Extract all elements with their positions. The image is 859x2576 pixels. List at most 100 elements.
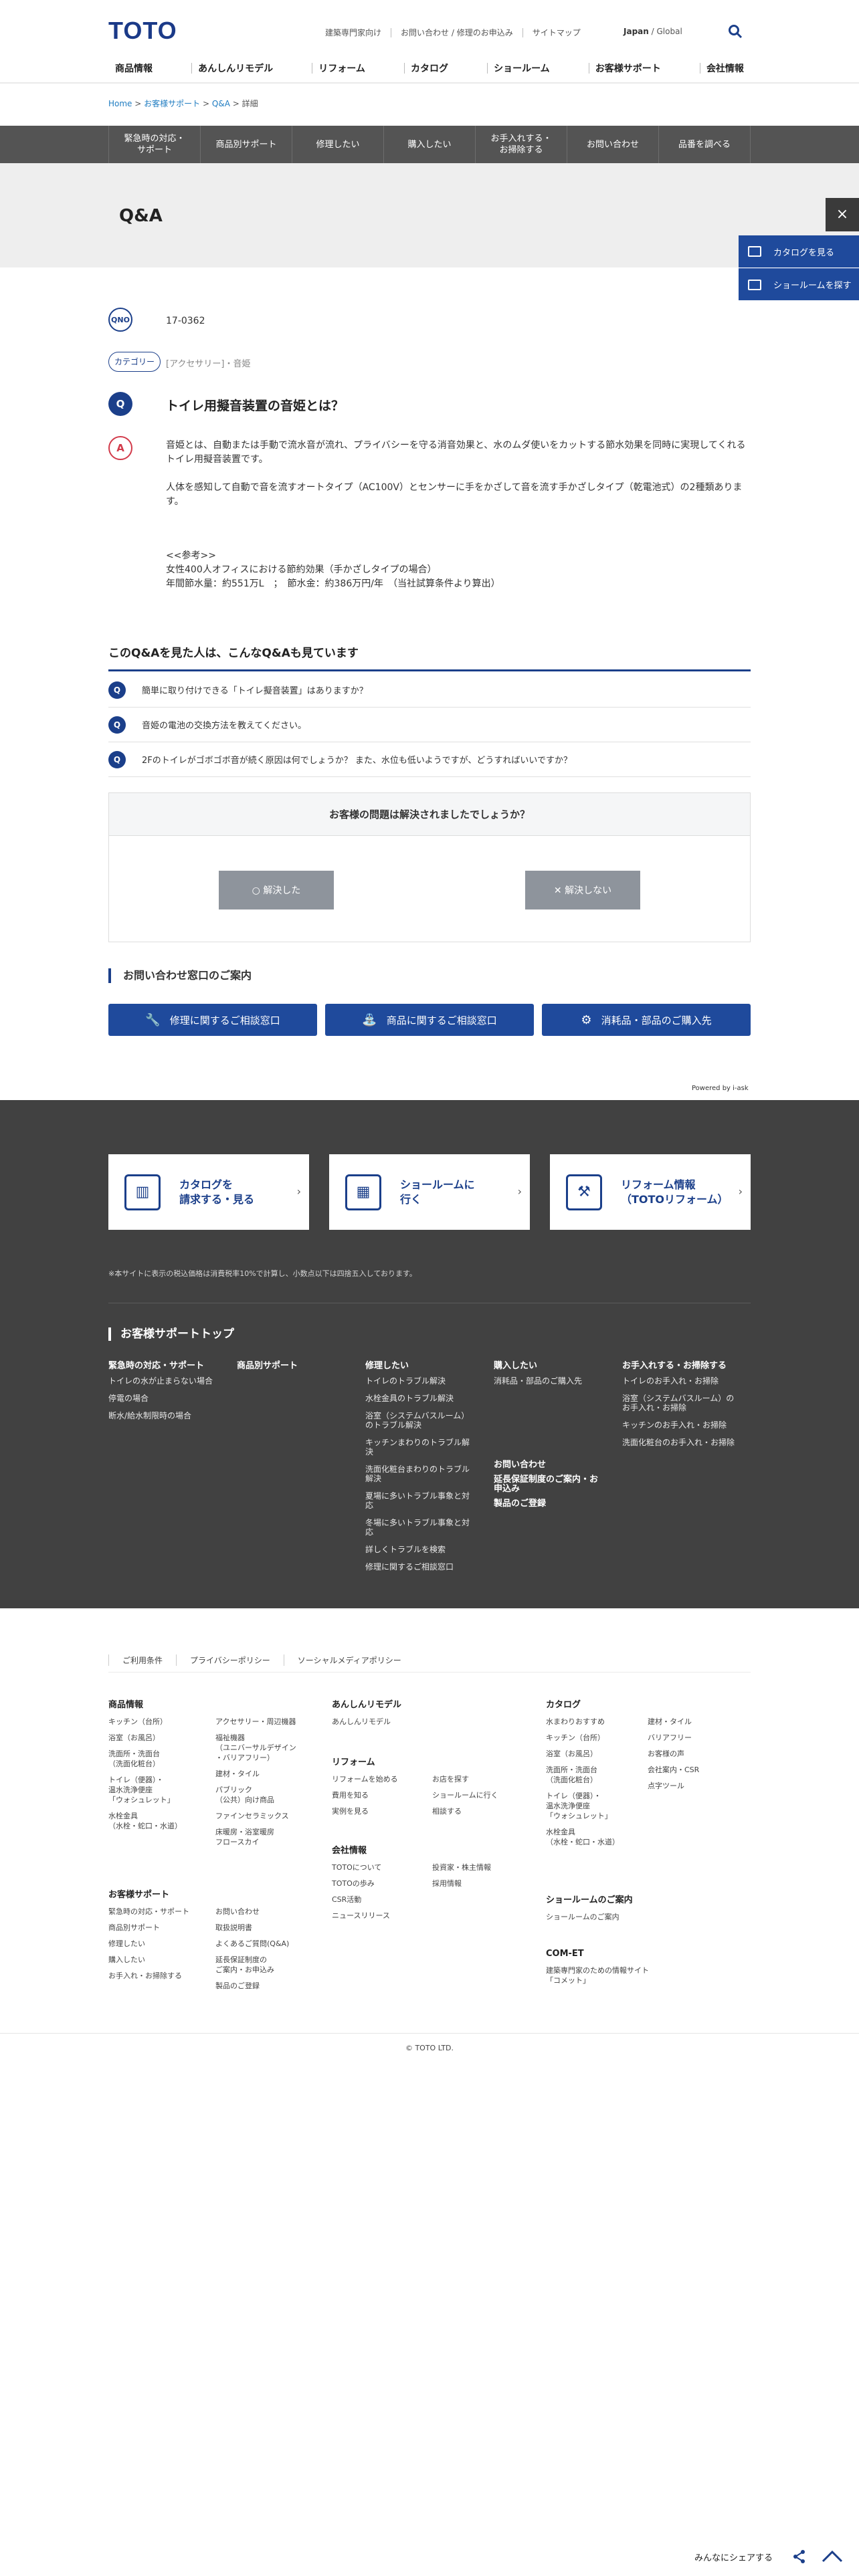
link-terms[interactable]: ご利用条件 xyxy=(108,1654,176,1666)
language-switch: Japan / Global xyxy=(624,27,682,36)
cat-purchase[interactable]: 購入したい xyxy=(383,126,475,163)
parts-purchase-button[interactable]: ⚙ 消耗品・部品のご購入先 xyxy=(542,1004,751,1036)
copyright: © TOTO LTD. xyxy=(405,2044,454,2052)
breadcrumb: Home > お客様サポート > Q&A > 詳細 xyxy=(108,99,258,108)
cat-care[interactable]: お手入れする・ お掃除する xyxy=(475,126,567,163)
link-professionals[interactable]: 建築専門家向け xyxy=(325,27,381,38)
nav-catalog[interactable]: カタログ xyxy=(403,62,455,75)
side-catalog-button[interactable]: カタログを見る xyxy=(739,235,859,267)
lang-japan[interactable]: Japan xyxy=(624,27,649,36)
sitemap-company: 会社情報 TOTOについて TOTOの歩み CSR活動 ニュースリリース 投資家… xyxy=(332,1846,491,1920)
question-icon: Q xyxy=(108,681,126,699)
copyright-divider xyxy=(0,2033,859,2034)
sitemap-remodel: あんしんリモデル あんしんリモデル xyxy=(332,1700,402,1726)
cat-contact[interactable]: お問い合わせ xyxy=(567,126,658,163)
cat-part-number[interactable]: 品番を調べる xyxy=(658,126,751,163)
utility-links: 建築専門家向け お問い合わせ / 修理のお申込み サイトマップ xyxy=(325,27,581,38)
side-panel-close-button[interactable]: × xyxy=(826,198,859,231)
catalog-icon: ▥ xyxy=(124,1174,161,1210)
cat-by-product[interactable]: 商品別サポート xyxy=(200,126,292,163)
link-sitemap[interactable]: サイトマップ xyxy=(533,27,581,38)
header-divider xyxy=(0,82,859,84)
not-resolved-button[interactable]: ✕ 解決しない xyxy=(525,871,640,909)
nav-company[interactable]: 会社情報 xyxy=(699,62,751,75)
contact-heading: お問い合わせ窓口のご案内 xyxy=(108,968,252,983)
support-col-emergency: 緊急時の対応・サポート トイレの水が止まらない場合 停電の場合 断水/給水制限時… xyxy=(108,1361,213,1421)
question-badge: Q xyxy=(108,392,132,416)
search-icon[interactable] xyxy=(728,24,743,39)
catalog-card[interactable]: ▥ カタログを 請求する・見る › xyxy=(108,1154,309,1230)
related-heading: このQ&Aを見た人は、こんなQ&Aも見ています xyxy=(108,647,359,660)
faucet-icon: ⛲ xyxy=(362,1012,377,1027)
link-contact[interactable]: お問い合わせ / 修理のお申込み xyxy=(401,27,513,38)
link-privacy[interactable]: プライバシーポリシー xyxy=(176,1654,284,1666)
page-title: Q&A xyxy=(119,206,163,226)
support-col-care: お手入れする・お掃除する トイレのお手入れ・お掃除 浴室（システムバスルーム）の… xyxy=(622,1361,735,1448)
sitemap-showroom: ショールームのご案内 ショールームのご案内 xyxy=(546,1895,633,1921)
support-col-purchase: 購入したい 消耗品・部品のご購入先 お問い合わせ 延長保証制度のご案内・お申込み… xyxy=(494,1361,599,1509)
sitemap-products: 商品情報 キッチン（台所） 浴室（お風呂） 洗面所・洗面台 （洗面化粧台） トイ… xyxy=(108,1700,296,1846)
related-divider xyxy=(108,669,751,671)
back-to-top-icon[interactable] xyxy=(820,2548,844,2564)
lang-global[interactable]: Global xyxy=(657,27,682,36)
breadcrumb-home[interactable]: Home xyxy=(108,99,132,108)
tax-note: ※本サイトに表示の税込価格は消費税率10%で計算し、小数点以下は四捨五入しており… xyxy=(108,1269,417,1278)
toto-logo[interactable]: TOTO xyxy=(108,19,177,43)
breadcrumb-support[interactable]: お客様サポート xyxy=(144,99,200,108)
sitemap-reform: リフォーム リフォームを始める 費用を知る 実例を見る お店を探す ショールーム… xyxy=(332,1757,498,1816)
sitemap-support: お客様サポート 緊急時の対応・サポート 商品別サポート 修理したい 購入したい … xyxy=(108,1890,290,1990)
question-icon: Q xyxy=(108,750,126,768)
nav-reform[interactable]: リフォーム xyxy=(312,62,372,75)
powered-by: Powered by i-ask xyxy=(692,1085,749,1092)
page-header: Q&A xyxy=(0,163,859,267)
share-icon[interactable] xyxy=(792,2549,807,2564)
resolution-survey: お客様の問題は解決されましたでしょうか？ ○ 解決した ✕ 解決しない xyxy=(108,792,751,942)
support-col-repair: 修理したい トイレのトラブル解決 水栓金具のトラブル解決 浴室（システムバスルー… xyxy=(365,1361,470,1572)
support-col-products: 商品別サポート xyxy=(237,1361,298,1371)
nav-remodel[interactable]: あんしんリモデル xyxy=(191,62,280,75)
link-social-policy[interactable]: ソーシャルメディアポリシー xyxy=(283,1654,415,1666)
nav-products[interactable]: 商品情報 xyxy=(108,62,159,75)
showroom-icon xyxy=(748,279,761,290)
side-showroom-button[interactable]: ショールームを探す xyxy=(739,268,859,300)
category-value[interactable]: [アクセサリー]・音姫 xyxy=(166,356,251,369)
related-item[interactable]: Q 2Fのトイレがゴボゴボ音が続く原因は何でしょうか？ また、水位も低いようですが… xyxy=(108,742,751,777)
legal-divider xyxy=(108,1672,751,1673)
reform-card[interactable]: ⚒ リフォーム情報 （TOTOリフォーム） › xyxy=(550,1154,751,1230)
answer-body: 音姫とは、自動または手動で流水音が流れ、プライバシーを守る消音効果と、水のムダ使… xyxy=(166,440,746,589)
book-icon xyxy=(748,246,761,257)
question-number: 17-0362 xyxy=(166,316,205,326)
support-top-heading[interactable]: お客様サポートトップ xyxy=(108,1327,234,1341)
survey-question: お客様の問題は解決されましたでしょうか？ xyxy=(109,793,750,836)
chevron-right-icon: › xyxy=(296,1185,301,1198)
wrench-icon: 🔧 xyxy=(145,1012,161,1027)
share-label: みんなにシェアする xyxy=(694,2553,773,2563)
cat-repair[interactable]: 修理したい xyxy=(292,126,383,163)
showroom-icon: ▦ xyxy=(345,1174,381,1210)
cat-emergency[interactable]: 緊急時の対応・ サポート xyxy=(108,126,200,163)
gear-icon: ⚙ xyxy=(581,1012,592,1027)
related-item[interactable]: Q 簡単に取り付けできる「トイレ擬音装置」はありますか？ xyxy=(108,673,751,708)
category-tag: カテゴリー xyxy=(108,352,161,372)
resolved-button[interactable]: ○ 解決した xyxy=(219,871,334,909)
answer-badge: A xyxy=(108,436,132,460)
chevron-right-icon: › xyxy=(517,1185,522,1198)
legal-links: ご利用条件 プライバシーポリシー ソーシャルメディアポリシー xyxy=(108,1654,415,1666)
product-contact-button[interactable]: ⛲ 商品に関するご相談窓口 xyxy=(325,1004,534,1036)
breadcrumb-current: 詳細 xyxy=(242,99,258,108)
support-category-bar: 緊急時の対応・ サポート 商品別サポート 修理したい 購入したい お手入れする・… xyxy=(0,126,859,163)
showroom-card[interactable]: ▦ ショールームに 行く › xyxy=(329,1154,530,1230)
repair-contact-button[interactable]: 🔧 修理に関するご相談窓口 xyxy=(108,1004,317,1036)
global-nav: 商品情報 あんしんリモデル リフォーム カタログ ショールーム お客様サポート … xyxy=(108,62,751,75)
question-icon: Q xyxy=(108,716,126,734)
sitemap-catalog: カタログ 水まわりおすすめ キッチン（台所） 浴室（お風呂） 洗面所・洗面台 （… xyxy=(546,1700,700,1846)
nav-showroom[interactable]: ショールーム xyxy=(487,62,557,75)
question-title: トイレ用擬音装置の音姫とは？ xyxy=(166,399,345,413)
qno-badge: QNO xyxy=(108,308,132,332)
related-item[interactable]: Q 音姫の電池の交換方法を教えてください。 xyxy=(108,708,751,742)
chevron-right-icon: › xyxy=(738,1185,743,1198)
nav-support[interactable]: お客様サポート xyxy=(588,62,668,75)
sitemap-comet: COM-ET 建築専門家のための情報サイト「コメット」 xyxy=(546,1949,649,1985)
tools-icon: ⚒ xyxy=(566,1174,602,1210)
breadcrumb-qa[interactable]: Q&A xyxy=(212,99,230,108)
